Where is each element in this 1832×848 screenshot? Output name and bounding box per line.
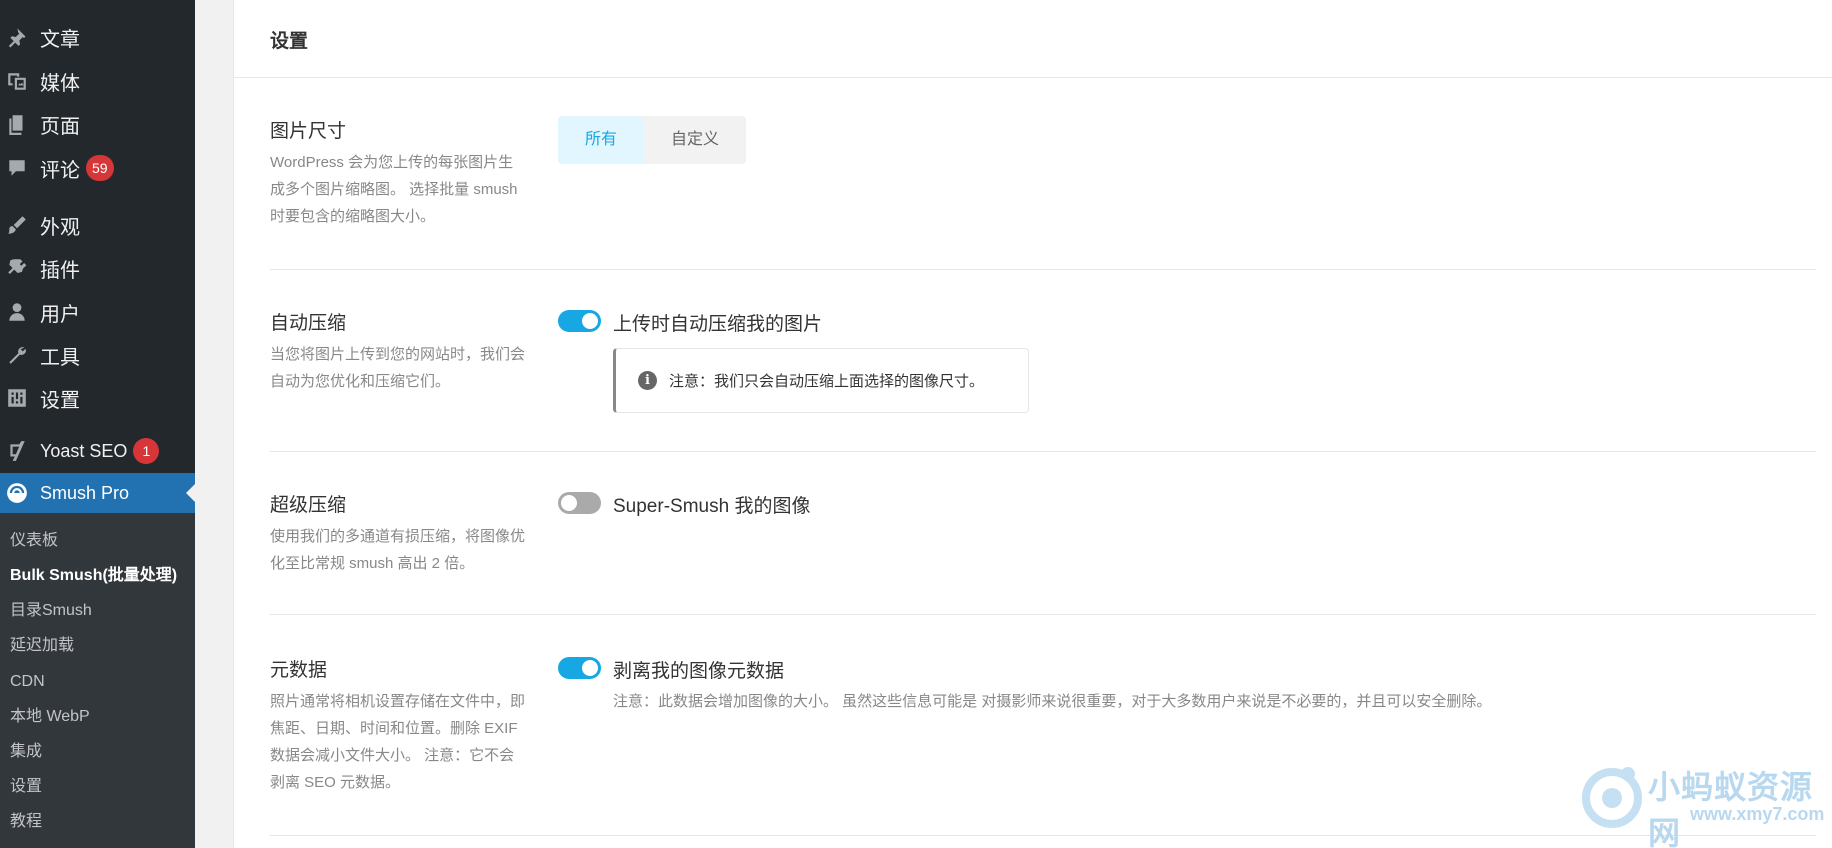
comments-icon <box>6 157 28 179</box>
page-title: 设置 <box>270 31 309 52</box>
auto-compress-toggle-label[interactable]: 上传时自动压缩我的图片 <box>613 309 822 336</box>
admin-sidebar: 文章 媒体 页面 评论 59 外观 插件 用户 工具 设置 Yoast SEO … <box>0 0 195 848</box>
auto-compress-toggle[interactable] <box>558 310 601 332</box>
settings-card: 设置 图片尺寸 WordPress 会为您上传的每张图片生成多个图片缩略图。 选… <box>233 0 1832 848</box>
card-header: 设置 <box>234 0 1832 78</box>
toggle-knob <box>561 495 577 511</box>
sidebar-item-appearance[interactable]: 外观 <box>0 205 195 245</box>
sidebar-item-label: 文章 <box>40 28 80 51</box>
sidebar-item-media[interactable]: 媒体 <box>0 61 195 101</box>
strip-metadata-toggle-label[interactable]: 剥离我的图像元数据 <box>613 656 784 683</box>
submenu-item-lazy-load[interactable]: 延迟加载 <box>10 634 74 658</box>
submenu-item-bulk-smush[interactable]: Bulk Smush(批量处理) <box>10 564 177 588</box>
metadata-title: 元数据 <box>270 660 328 681</box>
pin-icon <box>6 26 28 48</box>
smush-icon <box>6 482 28 504</box>
site-watermark: 小蚂蚁资源网 www.xmy7.com <box>1578 760 1832 848</box>
metadata-note: 注意：此数据会增加图像的大小。 虽然这些信息可能是 对摄影师来说很重要，对于大多… <box>613 693 1492 710</box>
sidebar-item-pages[interactable]: 页面 <box>0 104 195 144</box>
row-divider <box>270 269 1816 270</box>
image-sizes-custom-button[interactable]: 自定义 <box>644 116 746 164</box>
super-smush-description: 使用我们的多通道有损压缩，将图像优化至比常规 smush 高出 2 倍。 <box>270 528 526 572</box>
comments-count-badge: 59 <box>86 155 114 181</box>
yoast-notification-badge: 1 <box>133 438 160 464</box>
sidebar-item-users[interactable]: 用户 <box>0 292 195 332</box>
super-smush-toggle-label[interactable]: Super-Smush 我的图像 <box>613 491 810 518</box>
yoast-icon <box>6 440 28 462</box>
users-icon <box>6 301 28 323</box>
sidebar-item-smush-pro[interactable]: Smush Pro <box>0 473 195 513</box>
strip-metadata-toggle[interactable] <box>558 657 601 679</box>
sidebar-item-posts[interactable]: 文章 <box>0 17 195 57</box>
image-sizes-selector: 所有 自定义 <box>558 116 747 164</box>
submenu-item-integrations[interactable]: 集成 <box>10 740 42 764</box>
sidebar-item-label: 工具 <box>40 346 80 369</box>
sidebar-item-tools[interactable]: 工具 <box>0 335 195 375</box>
auto-compress-title: 自动压缩 <box>270 313 347 334</box>
sidebar-item-label: 媒体 <box>40 72 80 95</box>
sidebar-item-label: 设置 <box>40 389 80 412</box>
metadata-description: 照片通常将相机设置存储在文件中，即焦距、日期、时间和位置。删除 EXIF 数据会… <box>270 693 526 791</box>
sidebar-item-label: Smush Pro <box>40 482 130 503</box>
settings-icon <box>6 387 28 409</box>
sidebar-item-label: 外观 <box>40 216 80 239</box>
sidebar-item-plugins[interactable]: 插件 <box>0 248 195 288</box>
toggle-knob <box>582 313 598 329</box>
sidebar-item-label: 页面 <box>40 115 80 138</box>
sidebar-item-label: Yoast SEO <box>40 440 128 461</box>
submenu-item-tutorials[interactable]: 教程 <box>10 810 42 834</box>
auto-compress-description: 当您将图片上传到您的网站时，我们会自动为您优化和压缩它们。 <box>270 346 526 390</box>
submenu-item-settings[interactable]: 设置 <box>10 775 42 799</box>
tools-icon <box>6 344 28 366</box>
submenu-item-dashboard[interactable]: 仪表板 <box>10 529 58 553</box>
appearance-icon <box>6 214 28 236</box>
watermark-logo-icon <box>1582 767 1642 828</box>
sidebar-item-settings[interactable]: 设置 <box>0 378 195 418</box>
sidebar-item-label: 评论 <box>40 159 80 182</box>
image-sizes-description: WordPress 会为您上传的每张图片生成多个图片缩略图。 选择批量 smus… <box>270 154 518 225</box>
info-icon: i <box>638 371 657 390</box>
image-sizes-all-button[interactable]: 所有 <box>558 116 645 164</box>
row-divider <box>270 614 1816 615</box>
submenu-item-directory-smush[interactable]: 目录Smush <box>10 599 92 623</box>
plugins-icon <box>6 257 28 279</box>
row-divider <box>270 451 1816 452</box>
toggle-knob <box>582 660 598 676</box>
super-smush-toggle[interactable] <box>558 492 601 514</box>
image-sizes-title: 图片尺寸 <box>270 121 347 142</box>
watermark-url: www.xmy7.com <box>1690 804 1825 824</box>
notice-text: 注意：我们只会自动压缩上面选择的图像尺寸。 <box>669 373 985 390</box>
super-smush-title: 超级压缩 <box>270 495 347 516</box>
submenu-item-local-webp[interactable]: 本地 WebP <box>10 705 90 729</box>
auto-compress-notice: i 注意：我们只会自动压缩上面选择的图像尺寸。 <box>613 348 1029 413</box>
submenu-item-cdn[interactable]: CDN <box>10 670 45 694</box>
pages-icon <box>6 113 28 135</box>
sidebar-item-yoast-seo[interactable]: Yoast SEO 1 <box>0 431 195 471</box>
smush-submenu: 仪表板 Bulk Smush(批量处理) 目录Smush 延迟加载 CDN 本地… <box>0 513 195 848</box>
sidebar-item-label: 用户 <box>40 303 80 326</box>
sidebar-item-comments[interactable]: 评论 59 <box>0 148 195 188</box>
sidebar-item-label: 插件 <box>40 259 80 282</box>
media-icon <box>6 70 28 92</box>
